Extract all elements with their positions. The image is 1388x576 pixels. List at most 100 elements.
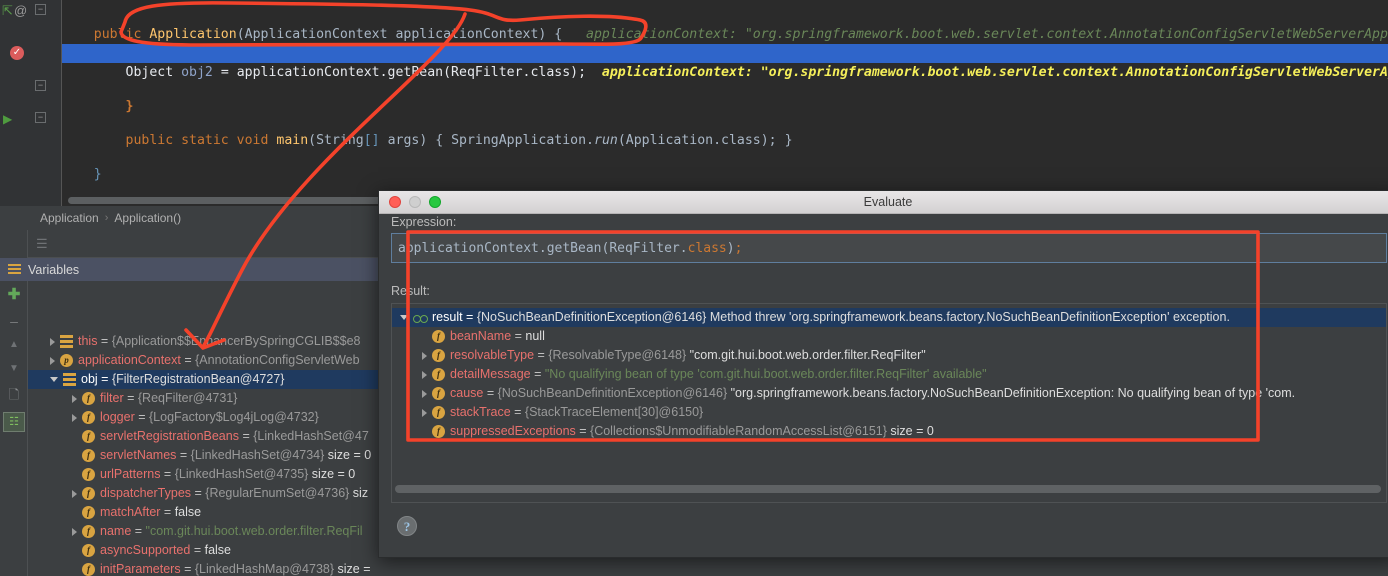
variable-value: {LinkedHashMap@4738} bbox=[195, 562, 334, 576]
variable-value: {Application$$EnhancerBySpringCGLIB$$e8 bbox=[112, 334, 361, 348]
breadcrumb-separator: › bbox=[105, 212, 109, 224]
variable-value: "com.git.hui.boot.web.order.filter.ReqFi… bbox=[146, 524, 363, 538]
variable-name: result bbox=[432, 310, 463, 324]
editor-gutter[interactable]: ⇱ @ ✓ ▶ bbox=[0, 0, 32, 206]
variable-name: obj bbox=[81, 372, 98, 386]
variable-value: {NoSuchBeanDefinitionException@6146} bbox=[498, 386, 728, 400]
parameter-icon: p bbox=[60, 354, 73, 367]
field-icon: f bbox=[82, 449, 95, 462]
local-variable-icon bbox=[60, 335, 73, 348]
tree-expand-arrow[interactable] bbox=[72, 528, 77, 536]
variable-equals: = bbox=[181, 562, 195, 576]
code-line-8[interactable]: } bbox=[62, 146, 1388, 165]
tree-row[interactable]: finitParameters = {LinkedHashMap@4738} s… bbox=[28, 560, 1368, 576]
field-icon: f bbox=[82, 468, 95, 481]
code-line-6[interactable]: public static void main(String[] args) {… bbox=[62, 112, 1388, 131]
code-line-4[interactable]: } bbox=[62, 78, 1388, 97]
tree-row[interactable]: fstackTrace = {StackTraceElement[30]@615… bbox=[392, 403, 1387, 422]
tree-row[interactable]: fsuppressedExceptions = {Collections$Unm… bbox=[392, 422, 1387, 441]
variable-value: false bbox=[175, 505, 201, 519]
tree-expand-arrow[interactable] bbox=[400, 315, 408, 320]
tree-row[interactable]: f detailMessage = "No qualifying bean of … bbox=[392, 365, 1387, 384]
tree-expand-arrow[interactable] bbox=[422, 409, 427, 417]
variable-equals: = bbox=[463, 310, 477, 324]
tree-expand-arrow[interactable] bbox=[422, 390, 427, 398]
variable-value: {LinkedHashSet@4735} bbox=[175, 467, 309, 481]
variable-name: urlPatterns bbox=[100, 467, 160, 481]
variable-value: {NoSuchBeanDefinitionException@6146} bbox=[477, 310, 707, 324]
variable-equals: = bbox=[124, 391, 138, 405]
variable-equals: = bbox=[190, 543, 204, 557]
variables-panel-title: Variables bbox=[28, 263, 79, 277]
variable-name: detailMessage bbox=[450, 367, 531, 381]
evaluate-dialog[interactable]: Evaluate Expression: applicationContext.… bbox=[378, 190, 1388, 558]
variable-name: stackTrace bbox=[450, 405, 511, 419]
tree-row[interactable]: fresolvableType = {ResolvableType@6148} … bbox=[392, 346, 1387, 365]
result-horizontal-scrollbar-thumb[interactable] bbox=[395, 485, 1381, 493]
variable-name: servletNames bbox=[100, 448, 176, 462]
frames-list-icon[interactable]: ☰ bbox=[36, 236, 52, 250]
field-icon: f bbox=[432, 387, 445, 400]
tree-expand-arrow[interactable] bbox=[50, 357, 55, 365]
field-icon: f bbox=[82, 411, 95, 424]
expression-input[interactable]: applicationContext.getBean(ReqFilter.cla… bbox=[391, 233, 1387, 263]
variable-value: {Collections$UnmodifiableRandomAccessLis… bbox=[590, 424, 887, 438]
field-icon: f bbox=[82, 506, 95, 519]
local-variable-icon bbox=[63, 373, 76, 386]
field-icon: f bbox=[432, 406, 445, 419]
run-method-icon[interactable]: ▶ bbox=[3, 112, 19, 128]
variable-size: siz bbox=[349, 486, 368, 500]
code-line-2[interactable]: Object obj = applicationContext.getBean(… bbox=[62, 25, 1388, 44]
variable-value: {ResolvableType@6148} bbox=[548, 348, 686, 362]
field-icon: f bbox=[82, 544, 95, 557]
field-icon: f bbox=[82, 525, 95, 538]
variable-equals: = bbox=[239, 429, 253, 443]
help-button[interactable]: ? bbox=[397, 516, 417, 536]
editor-fold-column[interactable]: − − − bbox=[32, 0, 62, 206]
code-editor[interactable]: ⇱ @ ✓ ▶ − − − public Application(Applica… bbox=[0, 0, 1388, 206]
tree-expand-arrow[interactable] bbox=[50, 377, 58, 382]
variable-equals: = bbox=[131, 524, 145, 538]
code-line-3-current[interactable]: Object obj2 = applicationContext.getBean… bbox=[62, 44, 1388, 63]
variable-name: asyncSupported bbox=[100, 543, 190, 557]
breakpoint-icon[interactable]: ✓ bbox=[10, 46, 24, 60]
fold-marker-main[interactable]: − bbox=[35, 112, 46, 123]
variable-value: {FilterRegistrationBean@4727} bbox=[112, 372, 285, 386]
tree-row[interactable]: fbeanName = null bbox=[392, 327, 1387, 346]
editor-horizontal-scrollbar-thumb[interactable] bbox=[68, 197, 398, 204]
variable-value-tail: Method threw 'org.springframework.beans.… bbox=[706, 310, 1230, 324]
breadcrumb-item-class[interactable]: Application bbox=[40, 211, 99, 225]
tree-row[interactable]: fcause = {NoSuchBeanDefinitionException@… bbox=[392, 384, 1387, 403]
tree-row[interactable]: result = {NoSuchBeanDefinitionException@… bbox=[392, 308, 1387, 327]
variable-equals: = bbox=[534, 348, 548, 362]
variable-equals: = bbox=[531, 367, 545, 381]
evaluate-titlebar[interactable]: Evaluate bbox=[379, 191, 1388, 214]
tree-expand-arrow[interactable] bbox=[72, 414, 77, 422]
variable-name: matchAfter bbox=[100, 505, 160, 519]
variable-size: size = 0 bbox=[887, 424, 934, 438]
variable-name: initParameters bbox=[100, 562, 181, 576]
variable-name: cause bbox=[450, 386, 483, 400]
field-icon: f bbox=[82, 430, 95, 443]
variable-equals: = bbox=[176, 448, 190, 462]
variable-equals: = bbox=[576, 424, 590, 438]
variable-value: "No qualifying bean of type 'com.git.hui… bbox=[545, 367, 987, 381]
code-line-1[interactable]: public Application(ApplicationContext ap… bbox=[62, 6, 1388, 25]
result-tree[interactable]: result = {NoSuchBeanDefinitionException@… bbox=[391, 303, 1387, 503]
field-icon: f bbox=[432, 349, 445, 362]
variable-name: name bbox=[100, 524, 131, 538]
fold-marker-class[interactable]: − bbox=[35, 4, 46, 15]
fold-marker-constructor-end[interactable]: − bbox=[35, 80, 46, 91]
tree-expand-arrow[interactable] bbox=[422, 371, 427, 379]
variable-value: {ReqFilter@4731} bbox=[138, 391, 238, 405]
tree-expand-arrow[interactable] bbox=[72, 490, 77, 498]
tree-expand-arrow[interactable] bbox=[422, 352, 427, 360]
variable-name: logger bbox=[100, 410, 135, 424]
field-icon: f bbox=[432, 368, 445, 381]
variable-equals: = bbox=[483, 386, 497, 400]
watch-eye-icon bbox=[413, 311, 428, 324]
expression-keyword: class bbox=[688, 241, 727, 256]
breadcrumb-item-method[interactable]: Application() bbox=[114, 211, 181, 225]
tree-expand-arrow[interactable] bbox=[72, 395, 77, 403]
tree-expand-arrow[interactable] bbox=[50, 338, 55, 346]
